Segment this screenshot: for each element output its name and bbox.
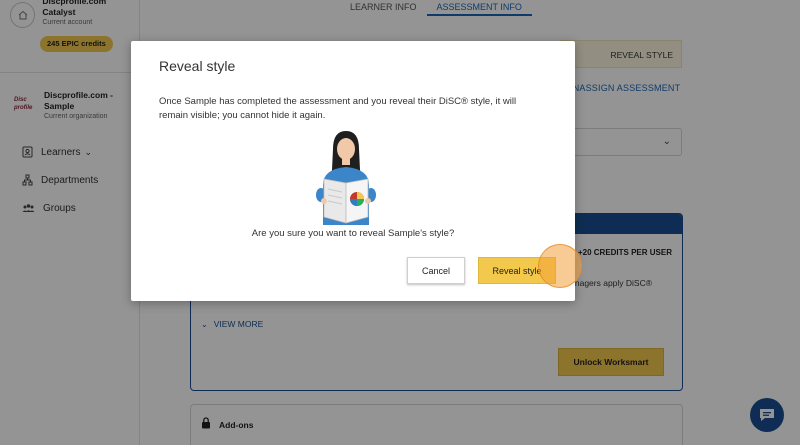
click-indicator (538, 244, 582, 288)
confirm-question: Are you sure you want to reveal Sample's… (251, 228, 455, 239)
person-reading-illustration (316, 131, 376, 225)
reveal-style-dialog: Reveal style Once Sample has completed t… (131, 41, 575, 301)
cancel-button[interactable]: Cancel (407, 257, 465, 284)
dialog-title: Reveal style (159, 58, 236, 74)
dialog-body: Once Sample has completed the assessment… (159, 96, 517, 121)
